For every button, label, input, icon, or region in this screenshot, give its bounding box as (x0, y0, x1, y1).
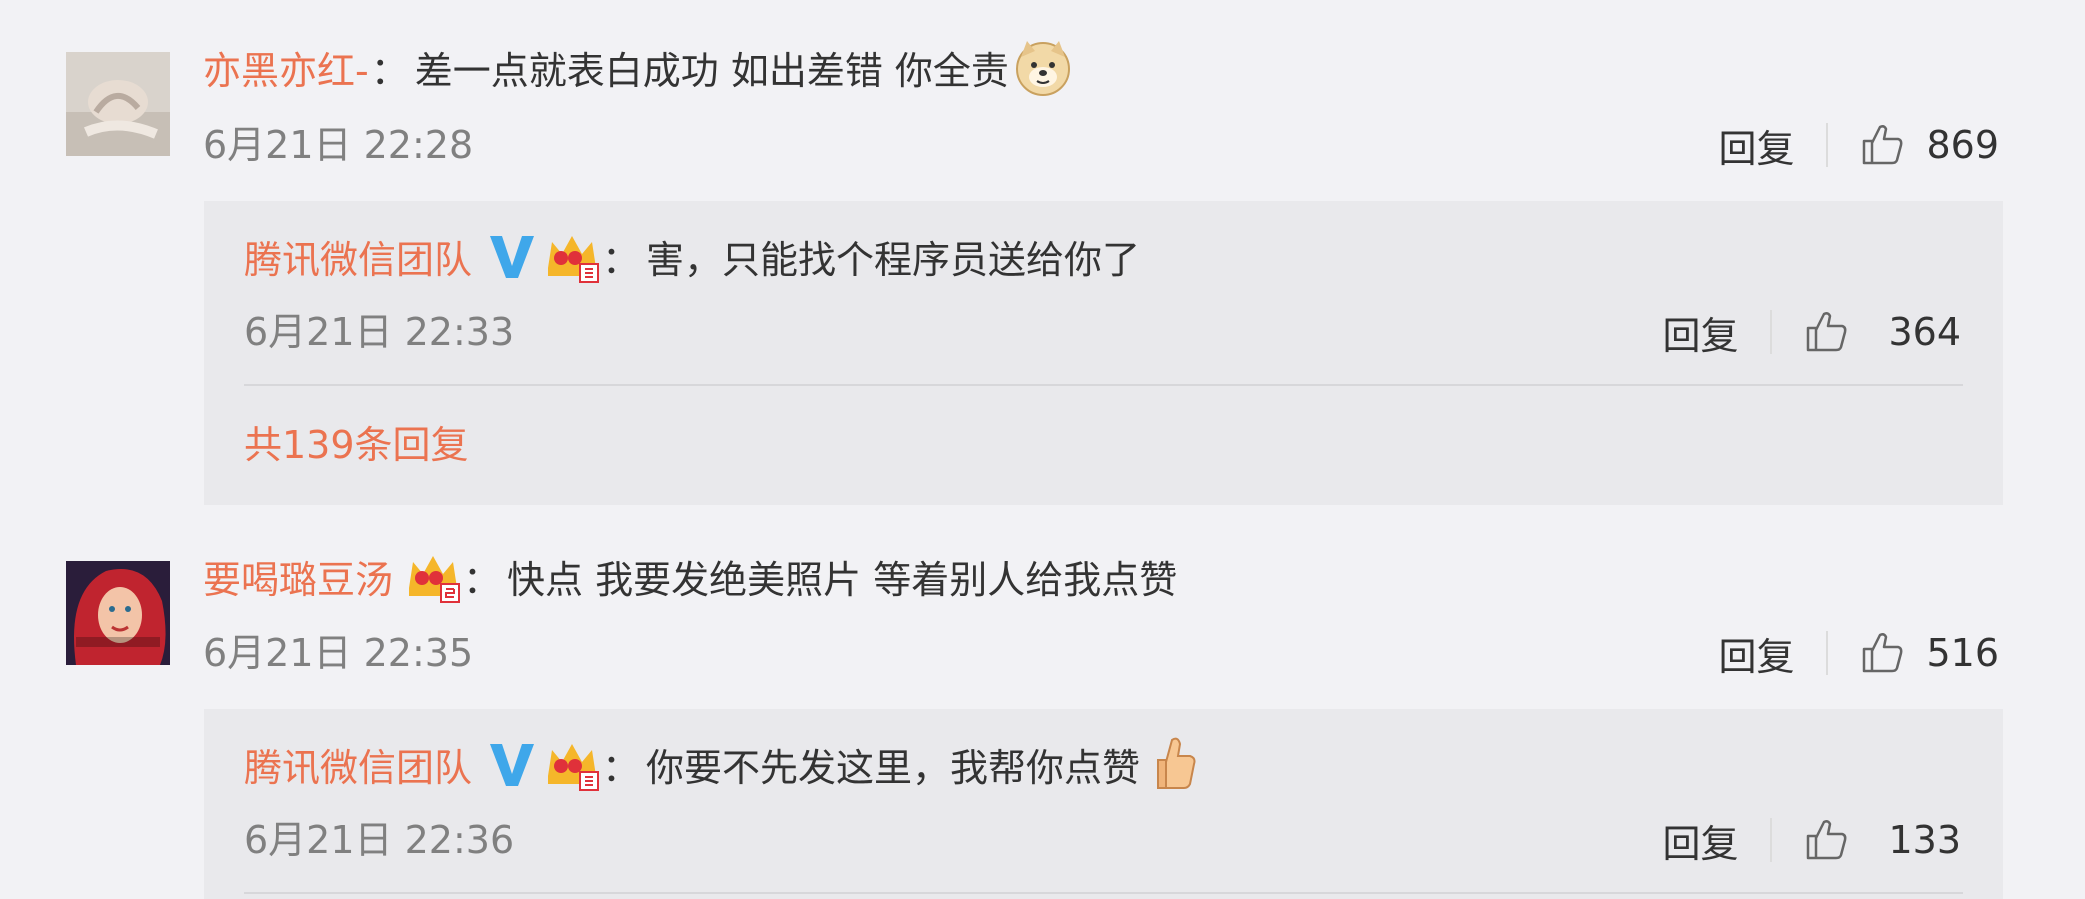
like-icon[interactable] (1802, 308, 1850, 356)
thumbs-up-emoji-icon (1144, 734, 1204, 794)
action-divider (1770, 818, 1773, 862)
reply-actions: 回复 364 (1662, 305, 1961, 360)
view-more-replies-link[interactable]: 共139条回复 (244, 420, 469, 470)
reply-actions: 回复 133 (1662, 813, 1961, 868)
action-divider (1826, 631, 1829, 675)
username-link[interactable]: 要喝璐豆汤 (203, 549, 393, 604)
crown-badge-icon (405, 548, 461, 604)
avatar[interactable] (66, 52, 170, 156)
reply-button[interactable]: 回复 (1718, 626, 1794, 681)
comment-list: 亦黑亦红- ： 差一点就表白成功 如出差错 你全责 6月21日 22:28 回复 (0, 0, 2085, 899)
reply-divider (244, 384, 1963, 386)
like-count: 133 (1888, 818, 1961, 862)
reply-timestamp: 6月21日 22:33 (244, 310, 515, 354)
comment-line: 亦黑亦红- ： 差一点就表白成功 如出差错 你全责 (203, 37, 1073, 97)
separator: ： (602, 745, 641, 790)
comment-text: 差一点就表白成功 如出差错 你全责 (414, 48, 1009, 93)
verified-v-icon (486, 738, 538, 790)
reply-text: 害，只能找个程序员送给你了 (646, 237, 1141, 282)
username-link[interactable]: 亦黑亦红- (203, 40, 369, 95)
reply-thread: 腾讯微信团队 ： 害，只能找个程序员送给你了 6月21日 22:33 回复 36… (204, 201, 2003, 505)
reply-thread: 腾讯微信团队 ： 你要不先发这里，我帮你点赞 6月21日 22:36 回复 13… (204, 709, 2003, 899)
comment-actions: 回复 869 (1718, 118, 1999, 173)
comment-timestamp: 6月21日 22:35 (203, 631, 474, 675)
action-divider (1826, 123, 1829, 167)
reply-button[interactable]: 回复 (1662, 305, 1738, 360)
reply-text: 你要不先发这里，我帮你点赞 (646, 745, 1141, 790)
crown-badge-icon (544, 736, 600, 792)
reply-username-link[interactable]: 腾讯微信团队 (244, 737, 472, 792)
comment-actions: 回复 516 (1718, 626, 1999, 681)
action-divider (1770, 310, 1773, 354)
verified-v-icon (486, 230, 538, 282)
reply-line: 腾讯微信团队 ： 你要不先发这里，我帮你点赞 (244, 734, 1204, 794)
reply-button[interactable]: 回复 (1718, 118, 1794, 173)
reply-line: 腾讯微信团队 ： 害，只能找个程序员送给你了 (244, 226, 1140, 286)
reply-divider (244, 892, 1963, 894)
like-count: 364 (1888, 310, 1961, 354)
comment-timestamp: 6月21日 22:28 (203, 123, 474, 167)
separator: ： (463, 557, 502, 602)
separator: ： (602, 237, 641, 282)
comment-line: 要喝璐豆汤 ： 快点 我要发绝美照片 等着别人给我点赞 (203, 546, 1177, 606)
reply-button[interactable]: 回复 (1662, 813, 1738, 868)
like-icon[interactable] (1858, 121, 1906, 169)
reply-username-link[interactable]: 腾讯微信团队 (244, 229, 472, 284)
like-count: 516 (1926, 631, 1999, 675)
separator: ： (370, 48, 409, 93)
like-icon[interactable] (1802, 816, 1850, 864)
reply-timestamp: 6月21日 22:36 (244, 818, 515, 862)
avatar[interactable] (66, 561, 170, 665)
crown-badge-icon (544, 228, 600, 284)
like-count: 869 (1926, 123, 1999, 167)
like-icon[interactable] (1858, 629, 1906, 677)
doge-emoji-icon (1013, 37, 1073, 97)
comment-text: 快点 我要发绝美照片 等着别人给我点赞 (507, 557, 1178, 602)
